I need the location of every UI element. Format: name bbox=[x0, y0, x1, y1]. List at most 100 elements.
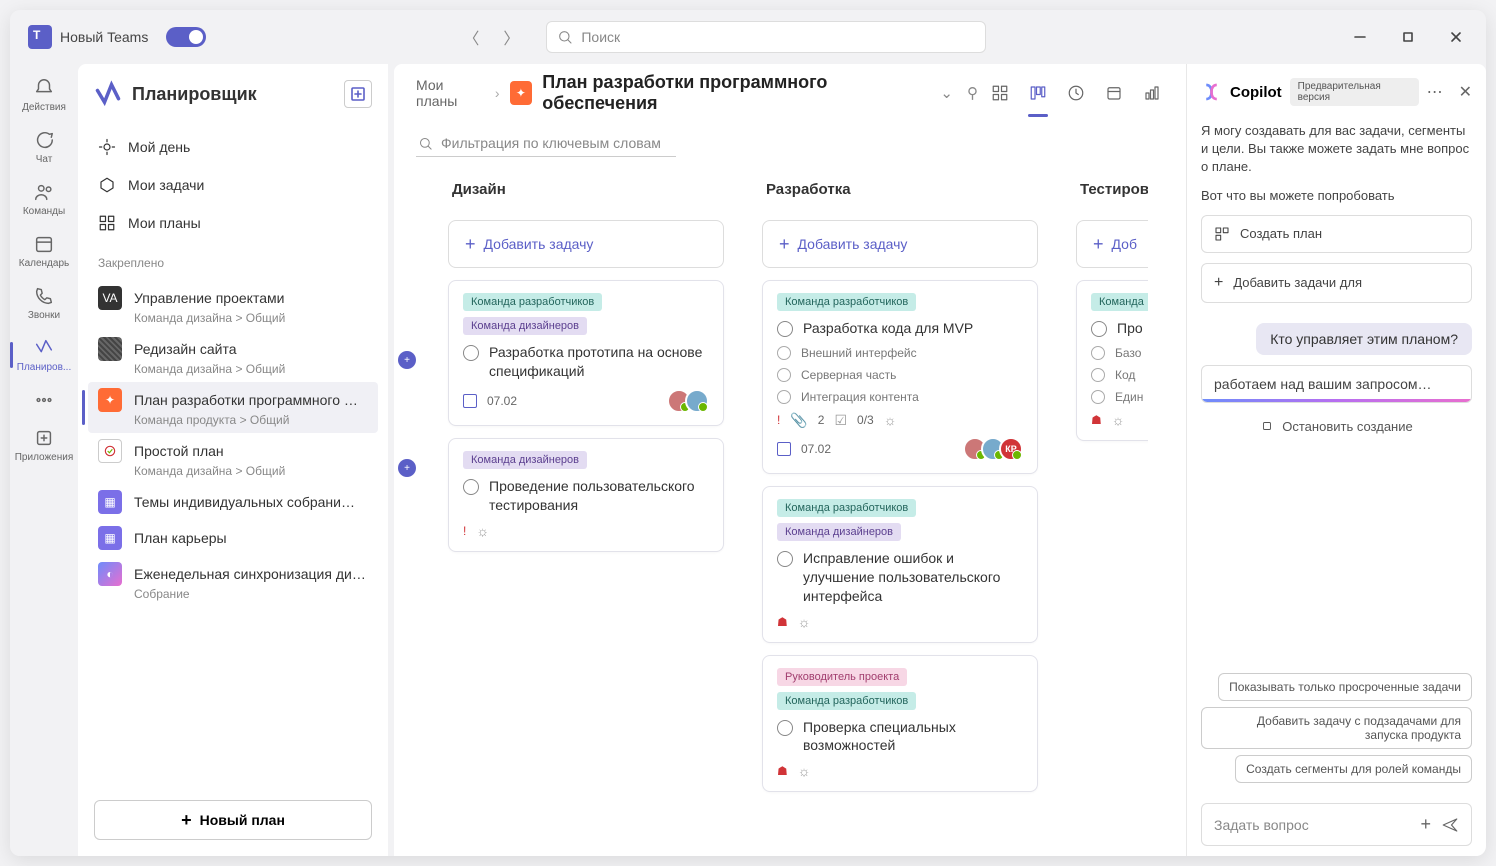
urgent-icon: ! bbox=[463, 524, 466, 538]
pinned-plan-4[interactable]: ▦Темы индивидуальных собрани… bbox=[88, 484, 378, 520]
flag-icon: ☗ bbox=[1091, 413, 1102, 427]
rail-calls[interactable]: Звонки bbox=[14, 278, 74, 328]
window-maximize-icon[interactable] bbox=[1386, 22, 1430, 52]
nav-back-icon[interactable]: 〈 bbox=[456, 22, 486, 52]
pinned-plan-0[interactable]: VAУправление проектамиКоманда дизайна > … bbox=[88, 280, 378, 331]
attachment-icon: 📎 bbox=[790, 412, 807, 429]
new-teams-toggle[interactable] bbox=[166, 27, 206, 47]
checklist-icon: ☑ bbox=[834, 412, 847, 429]
column-title[interactable]: Дизайн bbox=[430, 171, 730, 208]
chevron-right-icon: › bbox=[495, 85, 500, 101]
column-title[interactable]: Тестирован bbox=[1058, 171, 1148, 208]
search-icon bbox=[418, 136, 433, 151]
sun-icon: ☼ bbox=[1112, 412, 1125, 428]
add-task-button[interactable]: +Добавить задачу bbox=[448, 220, 724, 268]
filter-input[interactable]: Фильтрация по ключевым словам bbox=[416, 130, 676, 157]
rail-apps[interactable]: Приложения bbox=[14, 420, 74, 470]
copilot-panel: Copilot Предварительная версия ⋯ ✕ Я мог… bbox=[1186, 64, 1486, 856]
view-schedule-icon[interactable] bbox=[1102, 81, 1126, 105]
copilot-option-create-plan[interactable]: Создать план bbox=[1201, 215, 1472, 253]
window-close-icon[interactable] bbox=[1434, 22, 1478, 52]
sidebar-my-tasks[interactable]: Мои задачи bbox=[88, 166, 378, 204]
close-icon[interactable]: ✕ bbox=[1459, 82, 1472, 102]
search-icon bbox=[557, 29, 573, 45]
rail-planner[interactable]: Планиров... bbox=[14, 330, 74, 380]
subtask-checkbox[interactable] bbox=[777, 346, 791, 360]
sun-icon: ☼ bbox=[798, 614, 811, 630]
more-icon[interactable]: ⋯ bbox=[1427, 82, 1443, 102]
plus-icon[interactable]: + bbox=[1420, 814, 1431, 835]
task-checkbox[interactable] bbox=[777, 551, 793, 567]
suggestion-chip[interactable]: Добавить задачу с подзадачами для запуск… bbox=[1201, 707, 1472, 749]
rail-teams[interactable]: Команды bbox=[14, 174, 74, 224]
chevron-down-icon[interactable]: ⌄ bbox=[940, 84, 953, 102]
sidebar: Планировщик Мой день Мои задачи Мои план… bbox=[78, 64, 388, 856]
add-task-button[interactable]: +Добавить задачу bbox=[762, 220, 1038, 268]
add-card-badge-icon[interactable]: + bbox=[398, 351, 416, 369]
subtask-checkbox[interactable] bbox=[1091, 368, 1105, 382]
sidebar-new-button[interactable] bbox=[344, 80, 372, 108]
teams-logo-icon bbox=[28, 25, 52, 49]
pinned-plan-5[interactable]: ▦План карьеры bbox=[88, 520, 378, 556]
view-timeline-icon[interactable] bbox=[1064, 81, 1088, 105]
task-checkbox[interactable] bbox=[463, 345, 479, 361]
view-grid-icon[interactable] bbox=[988, 81, 1012, 105]
task-card[interactable]: Команда разработчиковКоманда дизайнеров … bbox=[762, 486, 1038, 643]
suggestion-chip[interactable]: Создать сегменты для ролей команды bbox=[1235, 755, 1472, 783]
send-icon[interactable] bbox=[1441, 816, 1459, 834]
view-charts-icon[interactable] bbox=[1140, 81, 1164, 105]
copilot-prompt-label: Вот что вы можете попробовать bbox=[1201, 187, 1472, 205]
sidebar-my-plans[interactable]: Мои планы bbox=[88, 204, 378, 242]
task-card[interactable]: Команда разработчиковКоманда дизайнеров … bbox=[448, 280, 724, 426]
copilot-intro: Я могу создавать для вас задачи, сегмент… bbox=[1201, 122, 1472, 177]
task-checkbox[interactable] bbox=[777, 321, 793, 337]
pinned-plan-1[interactable]: Редизайн сайтаКоманда дизайна > Общий bbox=[88, 331, 378, 382]
copilot-option-add-tasks[interactable]: +Добавить задачи для bbox=[1201, 263, 1472, 303]
plan-icon: ▦ bbox=[98, 526, 122, 550]
column-testing: Тестирован +Доб Команда Про Базо Код Еди… bbox=[1058, 171, 1148, 846]
pinned-plan-6[interactable]: ◐Еженедельная синхронизация ди…Собрание bbox=[88, 556, 378, 607]
subtask-checkbox[interactable] bbox=[777, 368, 791, 382]
copilot-logo-icon bbox=[1201, 81, 1222, 103]
app-rail: Действия Чат Команды Календарь Звонки Пл… bbox=[10, 64, 78, 856]
subtask-checkbox[interactable] bbox=[1091, 346, 1105, 360]
task-card[interactable]: Команда разработчиков Разработка кода дл… bbox=[762, 280, 1038, 474]
flag-icon: ☗ bbox=[777, 764, 788, 778]
add-card-badge-icon[interactable]: + bbox=[398, 459, 416, 477]
suggestion-chip[interactable]: Показывать только просроченные задачи bbox=[1218, 673, 1472, 701]
window-minimize-icon[interactable] bbox=[1338, 22, 1382, 52]
copilot-input[interactable]: Задать вопрос + bbox=[1201, 803, 1472, 846]
sidebar-title: Планировщик bbox=[132, 84, 334, 105]
avatar[interactable]: КР bbox=[999, 437, 1023, 461]
task-card[interactable]: Команда дизайнеров Проведение пользовате… bbox=[448, 438, 724, 552]
rail-calendar[interactable]: Календарь bbox=[14, 226, 74, 276]
rail-chat[interactable]: Чат bbox=[14, 122, 74, 172]
sun-icon: ☼ bbox=[476, 523, 489, 539]
breadcrumb-root[interactable]: Мои планы bbox=[416, 77, 485, 109]
column-title[interactable]: Разработка bbox=[744, 171, 1044, 208]
task-card[interactable]: Команда Про Базо Код Един ☗☼ bbox=[1076, 280, 1148, 441]
rail-more[interactable] bbox=[14, 382, 74, 418]
sun-icon: ☼ bbox=[884, 412, 897, 428]
rail-activity[interactable]: Действия bbox=[14, 70, 74, 120]
copilot-badge: Предварительная версия bbox=[1290, 78, 1419, 106]
stop-generation-button[interactable]: Остановить создание bbox=[1201, 413, 1472, 440]
add-task-button[interactable]: +Доб bbox=[1076, 220, 1148, 268]
new-plan-button[interactable]: +Новый план bbox=[94, 800, 372, 840]
subtask-checkbox[interactable] bbox=[1091, 390, 1105, 404]
subtask-checkbox[interactable] bbox=[777, 390, 791, 404]
pin-icon[interactable]: ⚲ bbox=[967, 84, 978, 102]
pinned-plan-3[interactable]: Простой планКоманда дизайна > Общий bbox=[88, 433, 378, 484]
nav-forward-icon[interactable]: 〉 bbox=[496, 22, 526, 52]
search-input[interactable]: Поиск bbox=[546, 21, 986, 53]
task-checkbox[interactable] bbox=[777, 720, 793, 736]
column-dev: Разработка +Добавить задачу Команда разр… bbox=[744, 171, 1044, 846]
task-card[interactable]: Руководитель проектаКоманда разработчико… bbox=[762, 655, 1038, 793]
task-checkbox[interactable] bbox=[463, 479, 479, 495]
pinned-plan-2[interactable]: ✦План разработки программного …Команда п… bbox=[88, 382, 378, 433]
view-board-icon[interactable] bbox=[1026, 81, 1050, 105]
task-checkbox[interactable] bbox=[1091, 321, 1107, 337]
calendar-icon bbox=[777, 442, 791, 456]
avatar[interactable] bbox=[685, 389, 709, 413]
sidebar-my-day[interactable]: Мой день bbox=[88, 128, 378, 166]
